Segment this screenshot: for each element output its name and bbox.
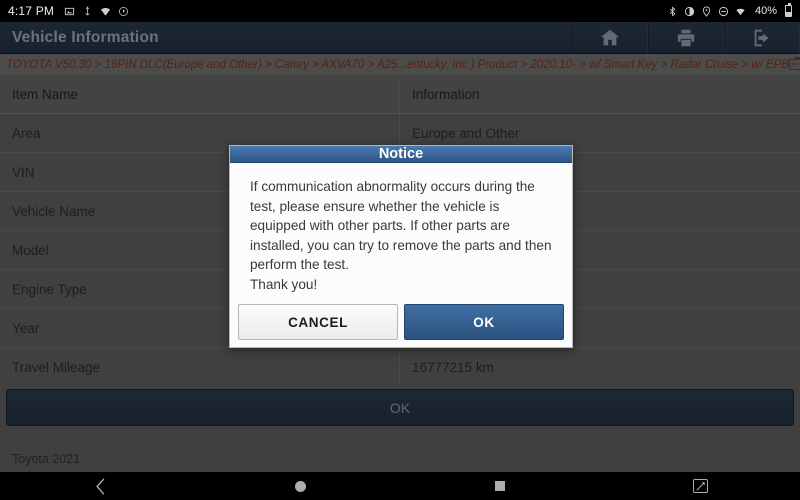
back-icon	[95, 477, 104, 495]
dialog-message: If communication abnormality occurs duri…	[250, 179, 552, 292]
status-clock: 4:17 PM	[8, 4, 55, 18]
nav-back-button[interactable]	[0, 472, 200, 500]
battery-icon	[785, 3, 792, 17]
status-left-icons	[64, 5, 129, 17]
screenshot-glyph-icon	[695, 481, 705, 491]
wifi-signal-icon	[736, 8, 745, 15]
recents-icon	[495, 481, 505, 491]
bluetooth-audio-icon	[119, 6, 129, 16]
dialog-cancel-button[interactable]: CANCEL	[238, 304, 398, 340]
android-status-bar: 4:17 PM 40%	[0, 0, 800, 22]
wifi-icon	[101, 7, 111, 16]
bluetooth-icon	[669, 6, 676, 16]
android-nav-bar	[0, 472, 800, 500]
location-icon	[702, 5, 711, 17]
usb-icon	[85, 5, 90, 15]
home-icon	[294, 480, 306, 492]
nav-home-button[interactable]	[200, 472, 400, 500]
screenshot-icon	[65, 7, 75, 15]
brightness-icon	[684, 6, 695, 16]
do-not-disturb-icon	[718, 6, 729, 16]
app-root: 4:17 PM 40% Vehicle Information TOYOTA V…	[0, 0, 800, 500]
battery-percent-label: 40%	[754, 5, 777, 17]
status-right-icons: 40%	[667, 3, 792, 17]
dialog-ok-button[interactable]: OK	[404, 304, 564, 340]
nav-recents-button[interactable]	[400, 472, 600, 500]
dialog-title: Notice	[230, 146, 572, 163]
notice-dialog: Notice If communication abnormality occu…	[229, 145, 573, 348]
nav-screenshot-button[interactable]	[600, 472, 800, 500]
screenshot-icon	[692, 479, 708, 493]
dialog-actions: CANCEL OK	[230, 298, 572, 350]
